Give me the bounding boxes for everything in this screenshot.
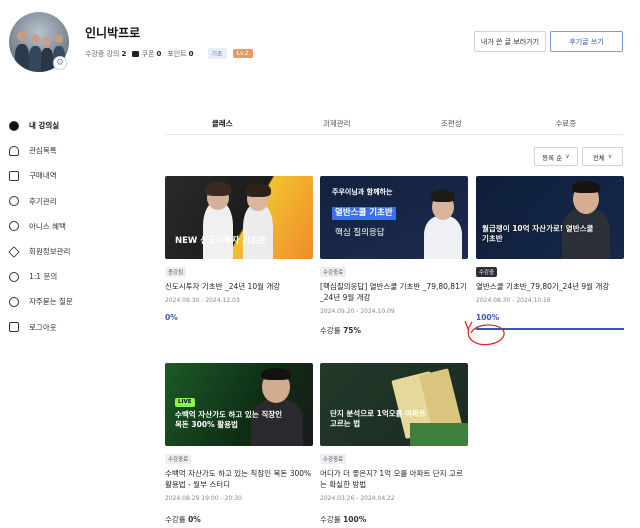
course-thumbnail[interactable]: 단지 분석으로 1억오를 아파트 고르는 법 — [320, 363, 468, 446]
sidebar-item-purchases[interactable]: 구매내역 — [9, 163, 149, 188]
status-badge: 종강됨 — [165, 267, 187, 277]
course-thumbnail[interactable]: 월급쟁이 10억 자산가로! 열반스쿨 기초반 — [476, 176, 624, 259]
course-title: 수백억 자산가도 하고 있는 직장인 목돈 300% 활용법 - 월부 스터디 — [165, 469, 312, 489]
sidebar-item-reviews[interactable]: 후기관리 — [9, 189, 149, 214]
course-dates: 2024.08.29 19:00 - 20:30 — [165, 494, 242, 502]
status-badge: 수강중료 — [320, 267, 347, 277]
course-dates: 2024.08.30 - 2024.10.16 — [476, 296, 551, 304]
sidebar-item-logout[interactable]: 로그아웃 — [9, 315, 149, 340]
live-badge: LIVE — [175, 398, 195, 408]
sidebar: 내 강의실 관심목록 구매내역 후기관리 아니스 혜택 회원정보관리 1:1 문… — [8, 113, 149, 340]
course-title: [핵심질의응답] 열반스쿨 기초반 _79,80,81기_24년 9월 개강 — [320, 282, 467, 302]
course-title: 신도시투자 기초반 _24년 10월 개강 — [165, 282, 281, 291]
stat-coupons: 쿠폰 0 — [132, 49, 161, 59]
course-card[interactable]: LIVE 수백억 자산가도 하고 있는 직장인 목돈 300% 활용법 수강중료… — [165, 363, 313, 525]
status-badge: 수강중료 — [320, 454, 347, 464]
stat-points: 포인트 0 — [167, 49, 194, 58]
course-card[interactable]: 월급쟁이 10억 자산가로! 열반스쿨 기초반 수강중 열반스쿨 기초반_79,… — [476, 176, 624, 330]
chevron-down-icon: ∨ — [565, 153, 570, 160]
course-dates: 2024.09.20 - 2024.10.09 — [320, 307, 395, 315]
course-thumbnail[interactable]: LIVE 수백억 자산가도 하고 있는 직장인 목돈 300% 활용법 — [165, 363, 313, 446]
play-circle-icon — [9, 120, 19, 131]
receipt-icon — [9, 170, 19, 181]
sidebar-item-inquiry[interactable]: 1:1 문의 — [9, 264, 149, 289]
course-title: 어디가 더 좋은지? 1억 오를 아파트 단지 고르는 확실한 방법 — [320, 469, 463, 489]
tab-assignments[interactable]: 과제관리 — [280, 113, 395, 134]
logout-icon — [9, 322, 19, 333]
level-tag-basic: 기초 — [207, 48, 227, 59]
tab-groups[interactable]: 조편성 — [394, 113, 509, 134]
settings-icon — [8, 245, 20, 258]
status-badge: 수강중료 — [165, 454, 192, 464]
sidebar-item-wishlist[interactable]: 관심목록 — [9, 138, 149, 163]
course-progress: 수강률 75% — [320, 325, 362, 335]
sidebar-item-account[interactable]: 회원정보관리 — [8, 239, 149, 264]
course-title: 열반스쿨 기초반_79,80기_24년 9월 개강 — [476, 282, 610, 291]
profile-stats: 수강중 강의 2 쿠폰 0 포인트 0 기초 Lv.2 — [85, 48, 253, 59]
sidebar-item-benefits[interactable]: 아니스 혜택 — [9, 214, 149, 239]
medal-icon — [9, 221, 19, 232]
coupon-icon — [132, 50, 140, 57]
course-dates: 2024.03.26 - 2024.04.22 — [320, 494, 395, 502]
classroom-tabs: 클래스 과제관리 조편성 수료증 — [165, 113, 623, 135]
my-posts-button[interactable]: 내가 쓴 글 보러가기 — [474, 31, 546, 52]
sort-select[interactable]: 등록 순 ∨ — [534, 147, 578, 166]
course-progress: 수강률 100% — [320, 514, 367, 524]
course-dates: 2024.09.30 - 2024.12.03 — [165, 296, 240, 304]
profile-name: 인니박프로 — [85, 26, 141, 40]
sidebar-item-my-classroom[interactable]: 내 강의실 — [9, 113, 149, 138]
course-card[interactable]: 주우이님과 함께하는 열반스쿨 기초반 핵심 질의응답 수강중료 [핵심질의응답… — [320, 176, 468, 336]
speech-bubble-icon — [9, 196, 19, 207]
course-progress: 100% — [476, 312, 500, 322]
scope-select[interactable]: 전체 ∨ — [582, 147, 623, 166]
course-progress: 수강률 0% — [165, 514, 201, 524]
question-icon — [9, 296, 19, 307]
course-progress: 0% — [165, 312, 178, 322]
stat-courses: 수강중 강의 2 — [85, 49, 127, 58]
course-thumbnail[interactable]: 주우이님과 함께하는 열반스쿨 기초반 핵심 질의응답 — [320, 176, 468, 259]
progress-bar-fill — [476, 327, 624, 330]
course-thumbnail[interactable]: NEW 신도시투자 기초반 — [165, 176, 313, 259]
tab-class[interactable]: 클래스 — [165, 113, 280, 134]
chat-icon — [9, 271, 19, 282]
course-card[interactable]: 단지 분석으로 1억오를 아파트 고르는 법 수강중료 어디가 더 좋은지? 1… — [320, 363, 468, 525]
write-review-button[interactable]: 후기글 쓰기 — [550, 31, 623, 52]
course-card[interactable]: NEW 신도시투자 기초반 종강됨 신도시투자 기초반 _24년 10월 개강 … — [165, 176, 313, 322]
status-badge: 수강중 — [476, 267, 498, 277]
heart-icon — [9, 145, 19, 156]
avatar-settings-icon[interactable]: ⚙ — [53, 56, 67, 70]
chevron-down-icon: ∨ — [607, 153, 613, 160]
level-tag-level: Lv.2 — [232, 49, 253, 58]
tab-certificate[interactable]: 수료증 — [509, 113, 624, 134]
sidebar-item-faq[interactable]: 자주묻는 질문 — [9, 289, 149, 314]
progress-bar — [476, 327, 624, 330]
